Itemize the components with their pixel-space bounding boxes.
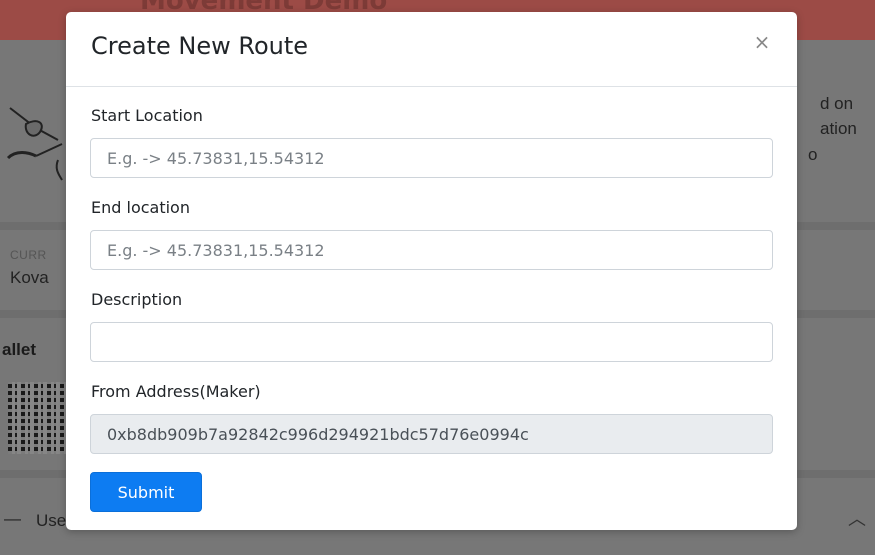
create-route-modal: Create New Route × Start Location End lo… [66, 12, 797, 530]
background-side-text: d on [820, 94, 854, 113]
background-network-value: Kova [10, 268, 49, 287]
background-side-text: o [808, 145, 818, 164]
start-location-label: Start Location [91, 106, 203, 125]
page: Movement Demo d on ation o CURR Kova all… [0, 0, 875, 555]
end-location-input[interactable] [90, 230, 773, 270]
close-icon[interactable]: × [750, 30, 774, 54]
description-label: Description [91, 290, 183, 309]
description-input[interactable] [90, 322, 773, 362]
from-address-label: From Address(Maker) [91, 382, 261, 401]
modal-header: Create New Route × [66, 12, 797, 87]
submit-button[interactable]: Submit [90, 472, 202, 512]
chevron-up-icon[interactable]: ︿ [848, 505, 866, 531]
runner-illustration-icon [6, 107, 63, 181]
background-bottom-dash: — [4, 509, 21, 528]
background-wallet-title: allet [2, 340, 37, 359]
end-location-label: End location [91, 198, 190, 217]
modal-title: Create New Route [91, 32, 309, 60]
wallet-qr-code [8, 382, 66, 454]
background-side-text: ation [820, 119, 857, 138]
background-bottom-item[interactable]: Use [36, 511, 66, 531]
background-network-label: CURR [10, 248, 47, 262]
from-address-field[interactable] [90, 414, 773, 454]
start-location-input[interactable] [90, 138, 773, 178]
